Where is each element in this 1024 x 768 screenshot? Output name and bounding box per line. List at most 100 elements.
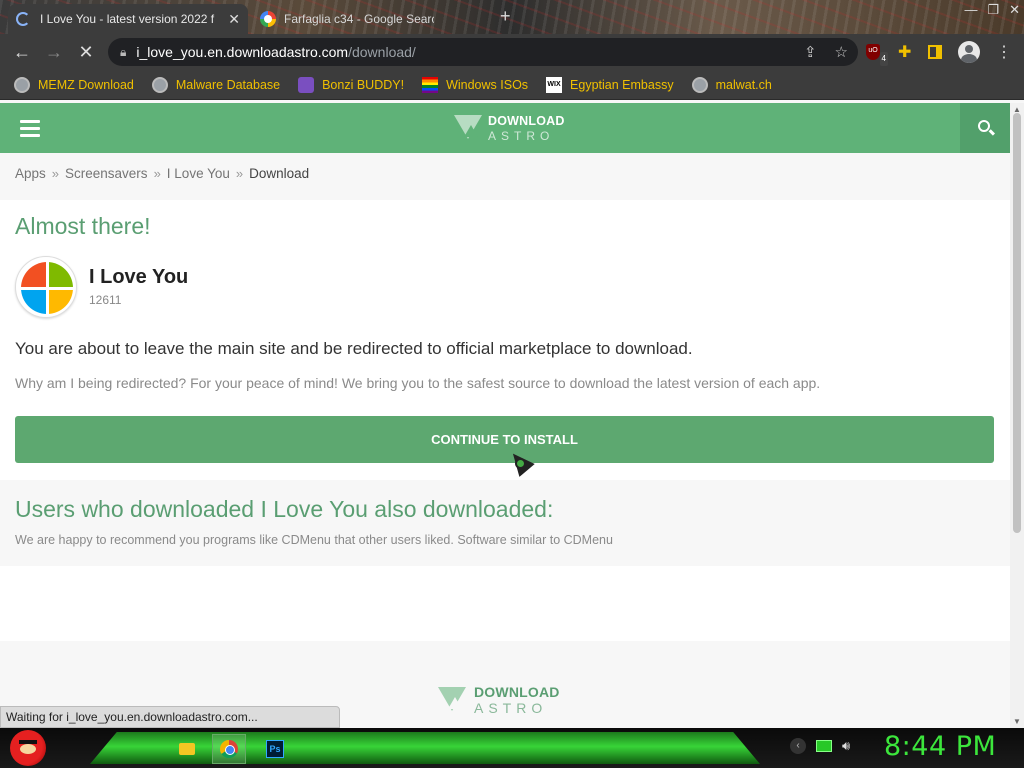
chrome-icon [220, 740, 238, 758]
globe-icon [151, 76, 168, 93]
download-card: Almost there! I Love You 12611 You are a… [0, 200, 1010, 480]
footer-logo-text-top: DOWNLOAD [474, 684, 560, 700]
tab-active[interactable]: I Love You - latest version 2022 f ✕ [8, 4, 248, 34]
url-path: /download/ [348, 44, 416, 60]
taskbar-clock[interactable]: 8:44 PM [884, 731, 996, 762]
new-tab-button[interactable]: + [500, 6, 511, 27]
breadcrumb-apps[interactable]: Apps [15, 166, 46, 181]
url-host: i_love_you.en.downloadastro.com [136, 44, 349, 60]
bookmarks-bar: MEMZ Download Malware Database Bonzi BUD… [0, 70, 1024, 100]
folder-icon [179, 743, 195, 755]
photoshop-icon: Ps [266, 740, 284, 758]
bookmark-memz-download[interactable]: MEMZ Download [14, 76, 134, 93]
taskbar-photoshop[interactable]: Ps [258, 734, 292, 764]
tab-title: I Love You - latest version 2022 f [40, 12, 215, 26]
scrollbar-thumb[interactable] [1013, 113, 1021, 533]
web-page: DOWNLOAD ASTRO Apps » Screensavers » I L… [0, 103, 1010, 728]
omnibox-actions: ⇪ ☆ [804, 38, 848, 66]
windows-logo-icon [21, 262, 73, 314]
bookmark-star-icon[interactable]: ☆ [835, 43, 848, 61]
rainbow-flag-icon [422, 76, 439, 93]
footer-logo[interactable]: DOWNLOAD ASTRO [438, 685, 560, 715]
screen: I Love You - latest version 2022 f ✕ Far… [0, 0, 1024, 768]
breadcrumb-screensavers[interactable]: Screensavers [65, 166, 148, 181]
google-icon [260, 11, 276, 27]
bookmark-label: Bonzi BUDDY! [322, 77, 405, 92]
profile-avatar-icon[interactable] [958, 38, 980, 66]
taskbar [0, 728, 1024, 768]
ublock-extension-icon[interactable]: uO 4 [866, 38, 888, 66]
back-button[interactable]: ← [6, 42, 38, 63]
recommendations-card [0, 566, 1010, 641]
globe-icon [691, 76, 708, 93]
breadcrumb-download: Download [249, 166, 310, 181]
scroll-down-icon[interactable]: ▼ [1013, 717, 1021, 726]
also-downloaded-heading: Users who downloaded I Love You also dow… [15, 496, 554, 522]
restore-icon[interactable]: ❐ [987, 2, 999, 18]
bookmark-malware-database[interactable]: Malware Database [151, 76, 281, 93]
footer-logo-text-bottom: ASTRO [474, 700, 548, 716]
bookmark-label: Windows ISOs [446, 77, 529, 92]
breadcrumb: Apps » Screensavers » I Love You » Downl… [15, 166, 309, 181]
logo-text-top: DOWNLOAD [488, 114, 565, 128]
browser-menu-icon[interactable]: ⋮ [996, 38, 1012, 66]
app-name: I Love You [89, 266, 189, 288]
app-icon [15, 256, 77, 318]
bookmark-label: Malware Database [175, 77, 281, 92]
network-icon[interactable] [816, 740, 832, 752]
tab-google-search[interactable]: Farfaglia c34 - Google Search [252, 4, 442, 34]
bookmark-windows-isos[interactable]: Windows ISOs [422, 76, 529, 93]
redirect-notice: You are about to leave the main site and… [15, 339, 693, 358]
bookmark-label: Egyptian Embassy [570, 77, 674, 92]
minimize-icon[interactable]: — [964, 2, 977, 18]
busy-cursor-icon [515, 458, 526, 469]
stop-loading-button[interactable]: ✕ [70, 42, 102, 63]
forward-button[interactable]: → [38, 42, 70, 63]
site-search-button[interactable] [960, 103, 1010, 153]
taskbar-file-explorer[interactable] [170, 734, 204, 764]
share-icon[interactable]: ⇪ [804, 43, 817, 61]
close-window-icon[interactable]: ✕ [1009, 2, 1020, 18]
volume-icon[interactable]: 🔊︎ [842, 738, 850, 754]
breadcrumb-separator: » [153, 166, 161, 181]
app-version: 12611 [89, 293, 122, 307]
tab-close-icon[interactable]: ✕ [228, 11, 240, 28]
also-downloaded-subtext: We are happy to recommend you programs l… [15, 533, 613, 547]
breadcrumb-separator: » [235, 166, 244, 181]
site-logo[interactable]: DOWNLOAD ASTRO [454, 115, 565, 142]
page-title: Almost there! [15, 213, 151, 239]
window-controls: — ❐ ✕ [964, 2, 1020, 18]
continue-to-install-button[interactable]: CONTINUE TO INSTALL [15, 416, 994, 463]
browser-status-bar: Waiting for i_love_you.en.downloadastro.… [0, 706, 340, 728]
bookmark-bonzi-buddy[interactable]: Bonzi BUDDY! [298, 76, 405, 93]
side-panel-icon[interactable] [928, 38, 944, 66]
hamburger-menu-icon[interactable] [20, 120, 40, 137]
redirect-explanation: Why am I being redirected? For your peac… [15, 375, 821, 391]
bonzi-icon [298, 76, 315, 93]
extensions-puzzle-icon[interactable]: ✚ [898, 38, 911, 66]
search-icon [978, 120, 990, 132]
system-tray: ‹ 🔊︎ [790, 738, 850, 754]
globe-icon [14, 76, 30, 93]
bookmark-label: MEMZ Download [38, 77, 134, 92]
lock-icon[interactable]: 🔒︎ [120, 45, 126, 60]
browser-toolbar: ← → ✕ 🔒︎ i_love_you.en.downloadastro.com… [0, 34, 1024, 70]
site-header: DOWNLOAD ASTRO [0, 103, 1010, 153]
wix-icon: WIX [546, 76, 563, 93]
bookmark-label: malwat.ch [715, 77, 772, 92]
logo-text-bottom: ASTRO [488, 128, 555, 143]
taskbar-chrome[interactable] [212, 734, 246, 764]
bookmark-malwatch[interactable]: malwat.ch [691, 76, 772, 93]
address-bar[interactable]: 🔒︎ i_love_you.en.downloadastro.com/downl… [108, 38, 858, 66]
page-scrollbar[interactable]: ▲ ▼ [1010, 103, 1024, 728]
tab-title: Farfaglia c34 - Google Search [284, 12, 434, 26]
tray-expand-icon[interactable]: ‹ [790, 738, 806, 754]
loading-spinner-icon [16, 12, 30, 26]
logo-triangle-icon [454, 115, 482, 141]
tab-strip: I Love You - latest version 2022 f ✕ Far… [0, 0, 1024, 34]
start-button-angry-bird-icon[interactable] [10, 730, 46, 766]
breadcrumb-i-love-you[interactable]: I Love You [167, 166, 230, 181]
ublock-badge: 4 [879, 52, 888, 66]
breadcrumb-separator: » [51, 166, 60, 181]
bookmark-egyptian-embassy[interactable]: WIX Egyptian Embassy [546, 76, 674, 93]
